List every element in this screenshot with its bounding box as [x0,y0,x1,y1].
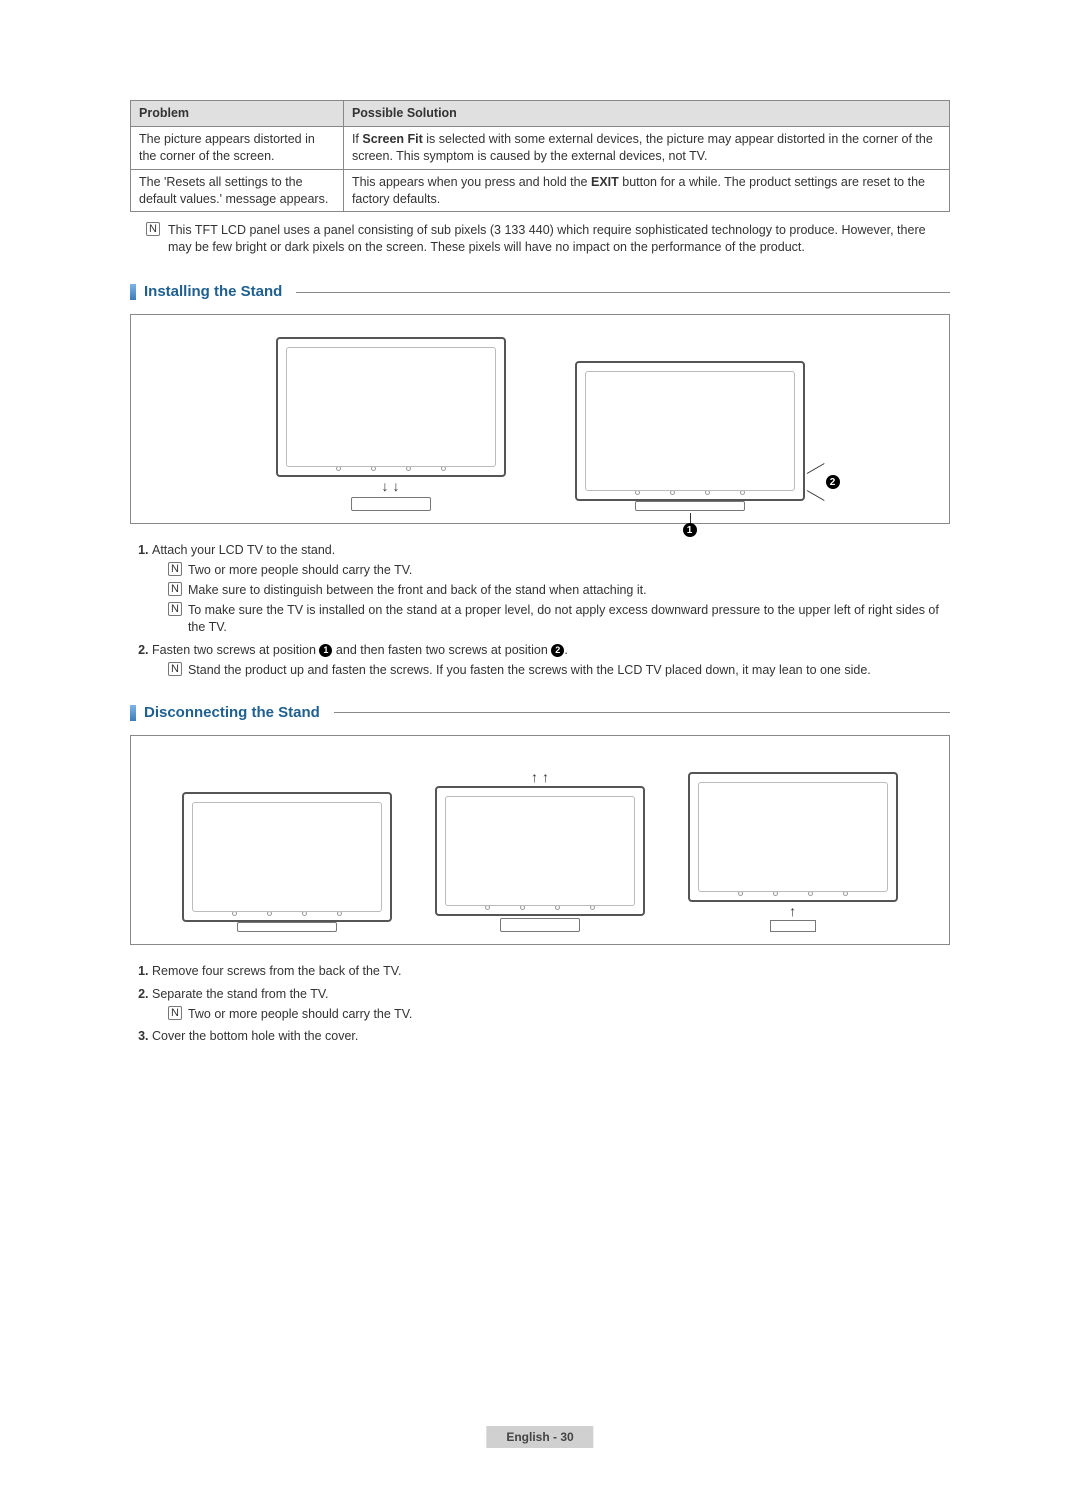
disconnect-diagram: ↑ ↑ ↑ [130,735,950,945]
section-disconnect-header: Disconnecting the Stand [130,703,950,723]
callout-1-inline: 1 [319,644,332,657]
list-item: Remove four screws from the back of the … [152,963,950,980]
arrow-up-icon: ↑ [531,770,538,784]
arrow-up-icon: ↑ [542,770,549,784]
stand-attached-illustration [237,922,337,932]
section-title: Installing the Stand [144,282,282,302]
section-title: Disconnecting the Stand [144,703,320,723]
tv-illustration [182,792,392,922]
tv-illustration [688,772,898,902]
header-problem: Problem [131,101,344,127]
section-rule [296,292,950,293]
callout-1: 1 [683,523,697,537]
cover-illustration [770,920,816,932]
callout-2-inline: 2 [551,644,564,657]
table-row: The picture appears distorted in the cor… [131,126,950,169]
arrow-up-icon: ↑ [789,904,796,918]
note-icon: N [168,562,182,576]
problem-cell: The picture appears distorted in the cor… [131,126,344,169]
install-steps: Attach your LCD TV to the stand. NTwo or… [130,542,950,678]
tv-illustration [276,337,506,477]
page-footer: English - 30 [486,1426,593,1448]
troubleshoot-table: Problem Possible Solution The picture ap… [130,100,950,212]
disconnect-steps: Remove four screws from the back of the … [130,963,950,1046]
note-icon: N [168,602,182,616]
note-icon: N [168,1006,182,1020]
list-item: Fasten two screws at position 1 and then… [152,642,950,679]
problem-cell: The 'Resets all settings to the default … [131,169,344,212]
install-diagram: ↓↓ 2 1 [130,314,950,524]
list-item: Attach your LCD TV to the stand. NTwo or… [152,542,950,635]
solution-cell: This appears when you press and hold the… [343,169,949,212]
solution-cell: If Screen Fit is selected with some exte… [343,126,949,169]
note-icon: N [168,582,182,596]
section-install-header: Installing the Stand [130,282,950,302]
section-marker [130,284,136,300]
table-header-row: Problem Possible Solution [131,101,950,127]
arrow-down-icon: ↓ [393,479,400,493]
stand-attached-illustration [635,501,745,511]
list-item: Separate the stand from the TV. NTwo or … [152,986,950,1023]
arrow-down-icon: ↓ [382,479,389,493]
stand-base-illustration [351,497,431,511]
section-rule [334,712,950,713]
section-marker [130,705,136,721]
note-icon: N [146,222,160,236]
note-icon: N [168,662,182,676]
note-text: This TFT LCD panel uses a panel consisti… [168,222,950,256]
list-item: Cover the bottom hole with the cover. [152,1028,950,1045]
stand-base-illustration [500,918,580,932]
callout-2: 2 [826,475,840,489]
tv-illustration [575,361,805,501]
tv-illustration [435,786,645,916]
table-row: The 'Resets all settings to the default … [131,169,950,212]
panel-note: N This TFT LCD panel uses a panel consis… [130,220,950,258]
header-solution: Possible Solution [343,101,949,127]
